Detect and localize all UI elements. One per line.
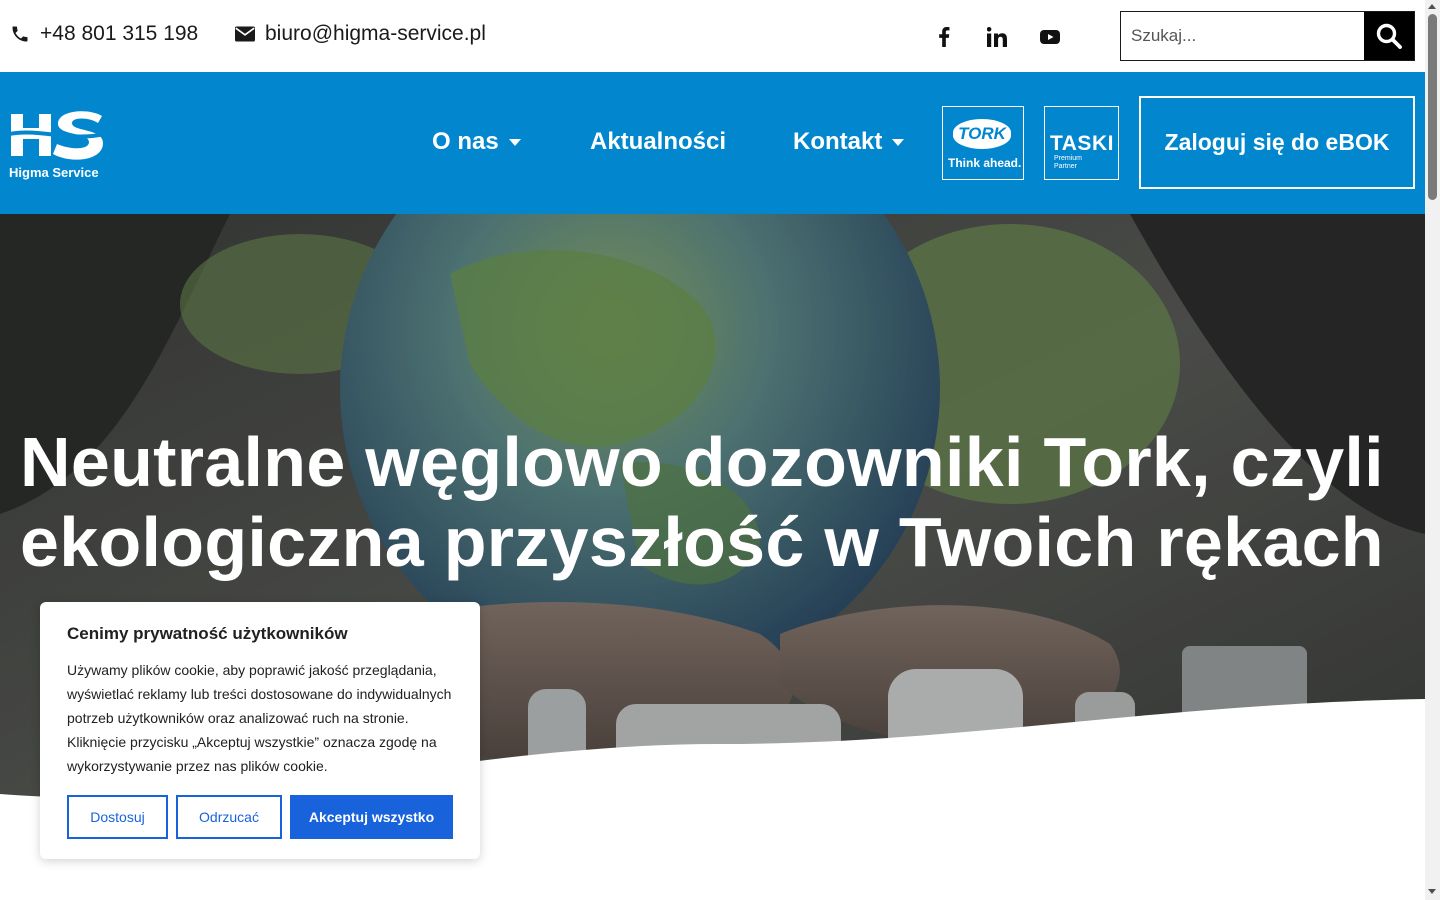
- email-contact[interactable]: biuro@higma-service.pl: [235, 22, 486, 46]
- scrollbar-thumb[interactable]: [1428, 14, 1437, 200]
- email-address[interactable]: biuro@higma-service.pl: [265, 22, 486, 46]
- hs-logo-mark: [9, 111, 105, 160]
- cookie-button-group: Dostosuj Odrzucać Akceptuj wszystko: [67, 795, 453, 839]
- phone-number[interactable]: +48 801 315 198: [40, 22, 198, 46]
- main-navigation: Higma Service O nas Aktualności Kontakt …: [0, 72, 1425, 214]
- nav-item-o-nas[interactable]: O nas: [432, 128, 521, 156]
- cookie-consent-banner: Cenimy prywatność użytkowników Używamy p…: [40, 602, 480, 859]
- scroll-down-arrow-icon[interactable]: [1428, 889, 1436, 894]
- phone-icon: [12, 26, 28, 42]
- nav-item-kontakt[interactable]: Kontakt: [793, 128, 905, 156]
- facebook-icon[interactable]: [931, 24, 957, 50]
- search-icon: [1376, 23, 1402, 49]
- tork-partner-logo[interactable]: TORK Think ahead.: [942, 106, 1024, 180]
- cookie-accept-all-button[interactable]: Akceptuj wszystko: [290, 795, 453, 839]
- nav-item-label: Aktualności: [590, 128, 727, 155]
- taski-sub-line: Partner: [1054, 163, 1077, 170]
- page-scrollbar[interactable]: [1425, 0, 1440, 900]
- envelope-icon: [235, 26, 255, 42]
- linkedin-icon[interactable]: [984, 24, 1010, 50]
- scroll-up-arrow-icon[interactable]: [1428, 4, 1436, 9]
- higma-service-logo[interactable]: Higma Service: [9, 106, 109, 181]
- tork-tagline: Think ahead.: [948, 156, 1022, 170]
- taski-partner-logo[interactable]: TASKI Premium Partner: [1044, 106, 1119, 180]
- top-bar: +48 801 315 198 biuro@higma-service.pl: [0, 0, 1425, 72]
- tork-wordmark: TORK: [953, 119, 1011, 149]
- hero-title: Neutralne węglowo dozowniki Tork, czyli …: [20, 423, 1384, 581]
- search-form: [1120, 11, 1415, 61]
- cookie-customize-button[interactable]: Dostosuj: [67, 795, 168, 839]
- taski-subtitle: Premium Partner: [1054, 155, 1082, 171]
- cookie-banner-title: Cenimy prywatność użytkowników: [67, 624, 348, 643]
- nav-item-label: Kontakt: [793, 128, 883, 155]
- taski-wordmark: TASKI: [1050, 132, 1114, 155]
- search-input[interactable]: [1121, 12, 1364, 60]
- logo-text: Higma Service: [9, 165, 99, 180]
- youtube-icon[interactable]: [1037, 24, 1063, 50]
- cookie-banner-text: Używamy plików cookie, aby poprawić jako…: [67, 662, 452, 774]
- search-button[interactable]: [1364, 12, 1414, 60]
- caret-down-icon: [892, 138, 905, 146]
- nav-item-aktualnosci[interactable]: Aktualności: [590, 128, 726, 156]
- caret-down-icon: [508, 138, 521, 146]
- taski-sub-line: Premium: [1054, 155, 1083, 162]
- phone-contact[interactable]: +48 801 315 198: [10, 22, 198, 46]
- ebok-login-button[interactable]: Zaloguj się do eBOK: [1139, 96, 1415, 189]
- nav-item-label: O nas: [432, 128, 499, 155]
- cookie-reject-button[interactable]: Odrzucać: [176, 795, 282, 839]
